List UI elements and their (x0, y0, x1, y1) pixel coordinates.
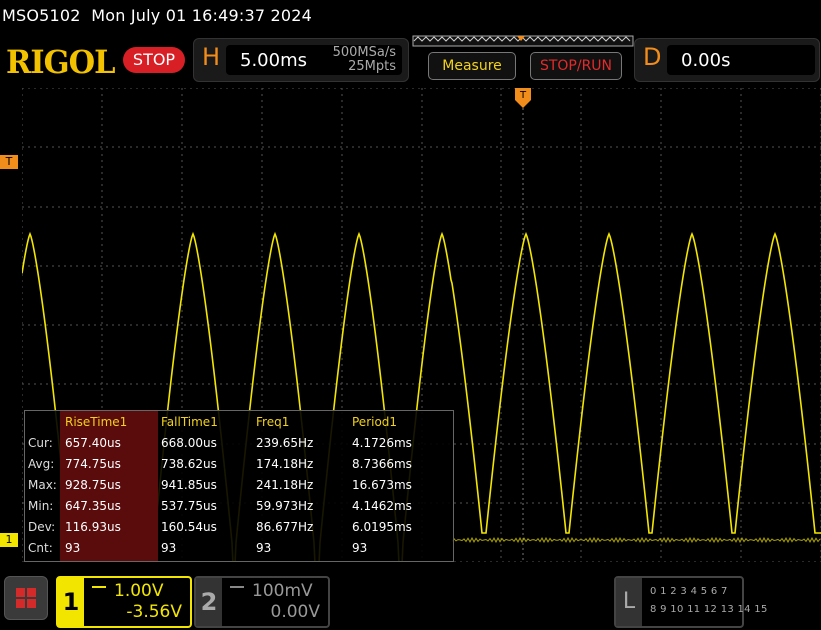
table-cell: 941.85us (161, 478, 217, 492)
measurement-table: RiseTime1 FallTime1 Freq1 Period1 Cur: 6… (24, 410, 454, 562)
table-row: Avg: 774.75us 738.62us 174.18Hz 8.7366ms (25, 453, 453, 473)
channel1-scale: 1.00V (114, 581, 164, 601)
digital-channels-row1: 0 1 2 3 4 5 6 7 (650, 586, 728, 597)
channel2-offset: 0.00V (270, 602, 320, 622)
channel1-offset: -3.56V (126, 602, 182, 622)
table-row: Cur: 657.40us 668.00us 239.65Hz 4.1726ms (25, 432, 453, 452)
channel1-settings[interactable]: 1 1.00V -3.56V (56, 576, 192, 628)
table-cell: 93 (352, 541, 368, 555)
table-cell: 93 (161, 541, 177, 555)
table-cell: 93 (65, 541, 81, 555)
datetime: Mon July 01 16:49:37 2024 (91, 6, 313, 25)
trigger-position-marker[interactable]: T (515, 88, 531, 110)
row-label: Avg: (28, 457, 55, 471)
header-rise-time: RiseTime1 (65, 415, 128, 429)
row-label: Cur: (28, 436, 53, 450)
header-fall-time: FallTime1 (161, 415, 218, 429)
delay-display: 0.00s (667, 45, 815, 75)
table-row: Dev: 116.93us 160.54us 86.677Hz 6.0195ms (25, 516, 453, 536)
table-cell: 657.40us (65, 436, 121, 450)
logic-analyzer-settings[interactable]: L 0 1 2 3 4 5 6 7 8 9 10 11 12 13 14 15 (614, 576, 767, 628)
table-cell: 928.75us (65, 478, 121, 492)
rigol-logo: RIGOL (6, 43, 116, 81)
status-bar: MSO5102 Mon July 01 16:49:37 2024 (0, 0, 821, 34)
table-cell: 93 (256, 541, 272, 555)
sample-rate: 500MSa/s (332, 45, 396, 60)
dc-coupling-icon (92, 586, 106, 594)
top-control-bar: RIGOL STOP H 5.00ms 500MSa/s 25Mpts Meas… (0, 34, 821, 86)
row-label: Cnt: (28, 541, 53, 555)
memory-depth: 25Mpts (348, 59, 396, 74)
timebase-display: 5.00ms 500MSa/s 25Mpts (226, 45, 402, 75)
delay-value: 0.00s (681, 50, 731, 71)
digital-channels-row2: 8 9 10 11 12 13 14 15 (650, 604, 768, 615)
table-row: Min: 647.35us 537.75us 59.973Hz 4.1462ms (25, 495, 453, 515)
table-cell: 774.75us (65, 457, 121, 471)
table-row: Cnt: 93 93 93 93 (25, 537, 453, 557)
row-label: Max: (28, 478, 57, 492)
row-label: Dev: (28, 520, 56, 534)
run-state-badge[interactable]: STOP (123, 47, 185, 73)
table-cell: 4.1462ms (352, 499, 412, 513)
grid-menu-icon[interactable] (4, 576, 48, 620)
header-freq: Freq1 (256, 415, 290, 429)
table-cell: 668.00us (161, 436, 217, 450)
delay-label: D (643, 43, 662, 71)
model-name: MSO5102 (2, 6, 81, 25)
channel2-number: 2 (196, 578, 222, 626)
trigger-level-marker[interactable]: T (0, 155, 18, 169)
bottom-channel-bar: 1 1.00V -3.56V 2 100mV 0.00V L 0 1 2 3 4… (0, 566, 821, 630)
horizontal-label: H (202, 43, 221, 71)
acquisition-info: 500MSa/s 25Mpts (333, 46, 396, 74)
table-cell: 6.0195ms (352, 520, 412, 534)
table-cell: 738.62us (161, 457, 217, 471)
dc-coupling-icon (230, 586, 244, 594)
measurement-header-row: RiseTime1 FallTime1 Freq1 Period1 (25, 411, 453, 431)
table-cell: 160.54us (161, 520, 217, 534)
channel1-offset-marker[interactable]: 1 (0, 533, 18, 547)
measure-button[interactable]: Measure (428, 52, 516, 80)
horizontal-timebase-box[interactable]: H 5.00ms 500MSa/s 25Mpts (193, 38, 409, 82)
table-cell: 116.93us (65, 520, 121, 534)
stop-run-button[interactable]: STOP/RUN (530, 52, 622, 80)
channel2-settings[interactable]: 2 100mV 0.00V (194, 576, 330, 628)
table-cell: 8.7366ms (352, 457, 412, 471)
channel1-number: 1 (58, 578, 84, 626)
table-cell: 16.673ms (352, 478, 412, 492)
model-datetime: MSO5102 Mon July 01 16:49:37 2024 (2, 6, 312, 25)
table-cell: 59.973Hz (256, 499, 314, 513)
table-cell: 174.18Hz (256, 457, 314, 471)
table-cell: 647.35us (65, 499, 121, 513)
trigger-position-strip-icon (412, 35, 634, 47)
row-label: Min: (28, 499, 54, 513)
logic-analyzer-label: L (616, 578, 642, 626)
timebase-value: 5.00ms (240, 50, 307, 71)
table-cell: 86.677Hz (256, 520, 314, 534)
svg-text:T: T (519, 90, 527, 101)
table-cell: 239.65Hz (256, 436, 314, 450)
channel2-scale: 100mV (252, 581, 313, 601)
delay-box[interactable]: D 0.00s (634, 38, 820, 82)
table-cell: 4.1726ms (352, 436, 412, 450)
table-cell: 241.18Hz (256, 478, 314, 492)
header-period: Period1 (352, 415, 398, 429)
table-cell: 537.75us (161, 499, 217, 513)
table-row: Max: 928.75us 941.85us 241.18Hz 16.673ms (25, 474, 453, 494)
